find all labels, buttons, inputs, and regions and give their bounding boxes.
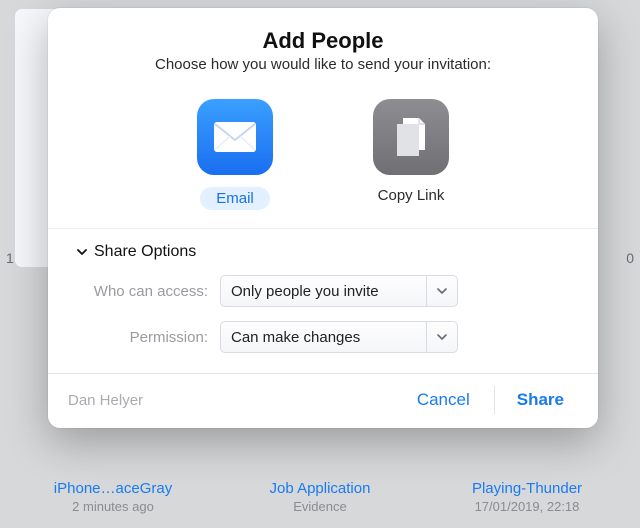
background-item[interactable]: Job Application Evidence [235, 480, 405, 514]
modal-title: Add People [76, 28, 570, 54]
background-item[interactable]: iPhone…aceGray 2 minutes ago [28, 480, 198, 514]
add-people-modal: Add People Choose how you would like to … [48, 8, 598, 428]
background-item-title: Playing-Thunder [442, 480, 612, 497]
chevron-down-icon [76, 246, 88, 258]
share-methods: Email Copy Link [76, 99, 570, 210]
background-item-subtitle: 2 minutes ago [28, 499, 198, 514]
permission-label: Permission: [76, 329, 208, 346]
access-select[interactable]: Only people you invite [220, 275, 458, 307]
background-items: iPhone…aceGray 2 minutes ago Job Applica… [0, 480, 640, 528]
copy-link-icon [373, 99, 449, 175]
access-label: Who can access: [76, 283, 208, 300]
modal-footer: Dan Helyer Cancel Share [48, 373, 598, 428]
background-left-char: 1 [6, 250, 14, 266]
share-method-email[interactable]: Email [175, 99, 295, 210]
share-method-label: Email [200, 187, 270, 210]
background-item-title: Job Application [235, 480, 405, 497]
share-options-toggle[interactable]: Share Options [76, 243, 570, 261]
background-item-subtitle: 17/01/2019, 22:18 [442, 499, 612, 514]
permission-select[interactable]: Can make changes [220, 321, 458, 353]
share-method-copy-link[interactable]: Copy Link [351, 99, 471, 210]
modal-subtitle: Choose how you would like to send your i… [76, 56, 570, 73]
background-item-title: iPhone…aceGray [28, 480, 198, 497]
cancel-button[interactable]: Cancel [403, 386, 484, 414]
share-button[interactable]: Share [494, 386, 578, 414]
mail-icon [197, 99, 273, 175]
chevron-down-icon [426, 276, 447, 306]
background-item-subtitle: Evidence [235, 499, 405, 514]
share-options-header: Share Options [94, 243, 196, 261]
share-options: Share Options Who can access: Only peopl… [76, 243, 570, 353]
chevron-down-icon [426, 322, 447, 352]
background-right-char: 0 [626, 250, 634, 266]
footer-user: Dan Helyer [68, 392, 403, 409]
share-method-label: Copy Link [378, 187, 445, 204]
divider [48, 228, 598, 229]
permission-select-value: Can make changes [231, 329, 360, 346]
access-select-value: Only people you invite [231, 283, 379, 300]
background-item[interactable]: Playing-Thunder 17/01/2019, 22:18 [442, 480, 612, 514]
